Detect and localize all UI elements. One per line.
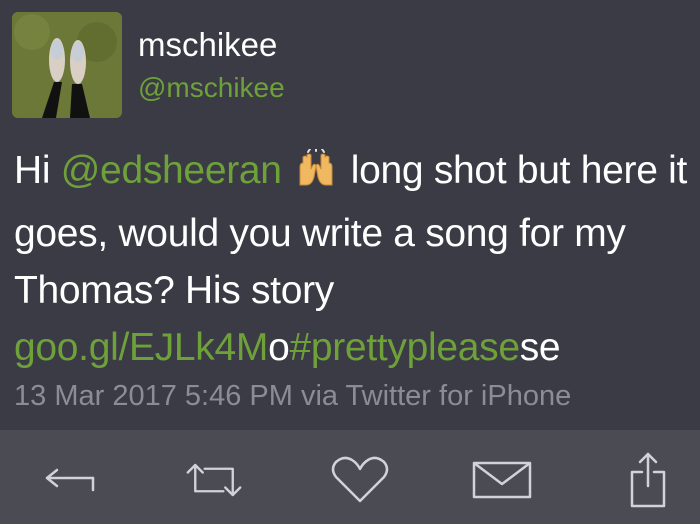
tweet-meta: 13 Mar 2017 5:46 PM via Twitter for iPho… (14, 380, 571, 413)
raising-hands-icon (296, 148, 336, 205)
user-handle[interactable]: @mschikee (138, 72, 285, 104)
mention-link[interactable]: @edsheeran (61, 149, 282, 192)
via-source[interactable]: via Twitter for iPhone (293, 380, 571, 412)
tweet-text: Hi @edsheeran long shot but here it goes… (14, 142, 694, 376)
profile-avatar[interactable] (12, 12, 122, 118)
url-link[interactable]: goo.gl/EJLk4M (14, 326, 268, 369)
envelope-icon (472, 461, 532, 499)
share-button[interactable] (618, 452, 678, 508)
action-bar (0, 430, 700, 524)
heart-icon (331, 456, 389, 503)
hashtag-link[interactable]: #prettyplease (289, 326, 520, 369)
share-icon (630, 452, 666, 508)
timestamp: 13 Mar 2017 5:46 PM (14, 380, 293, 412)
tweet-text-part: o (268, 326, 290, 369)
display-name[interactable]: mschikee (138, 26, 277, 64)
favorite-button[interactable] (330, 454, 390, 506)
tweet-text-part: Hi (14, 149, 61, 192)
retweet-button[interactable] (184, 454, 244, 506)
message-button[interactable] (472, 454, 532, 506)
tweet-text-part: se (519, 326, 561, 369)
reply-arrow-icon (45, 468, 95, 492)
retweet-icon (186, 463, 242, 497)
reply-button[interactable] (42, 454, 102, 506)
